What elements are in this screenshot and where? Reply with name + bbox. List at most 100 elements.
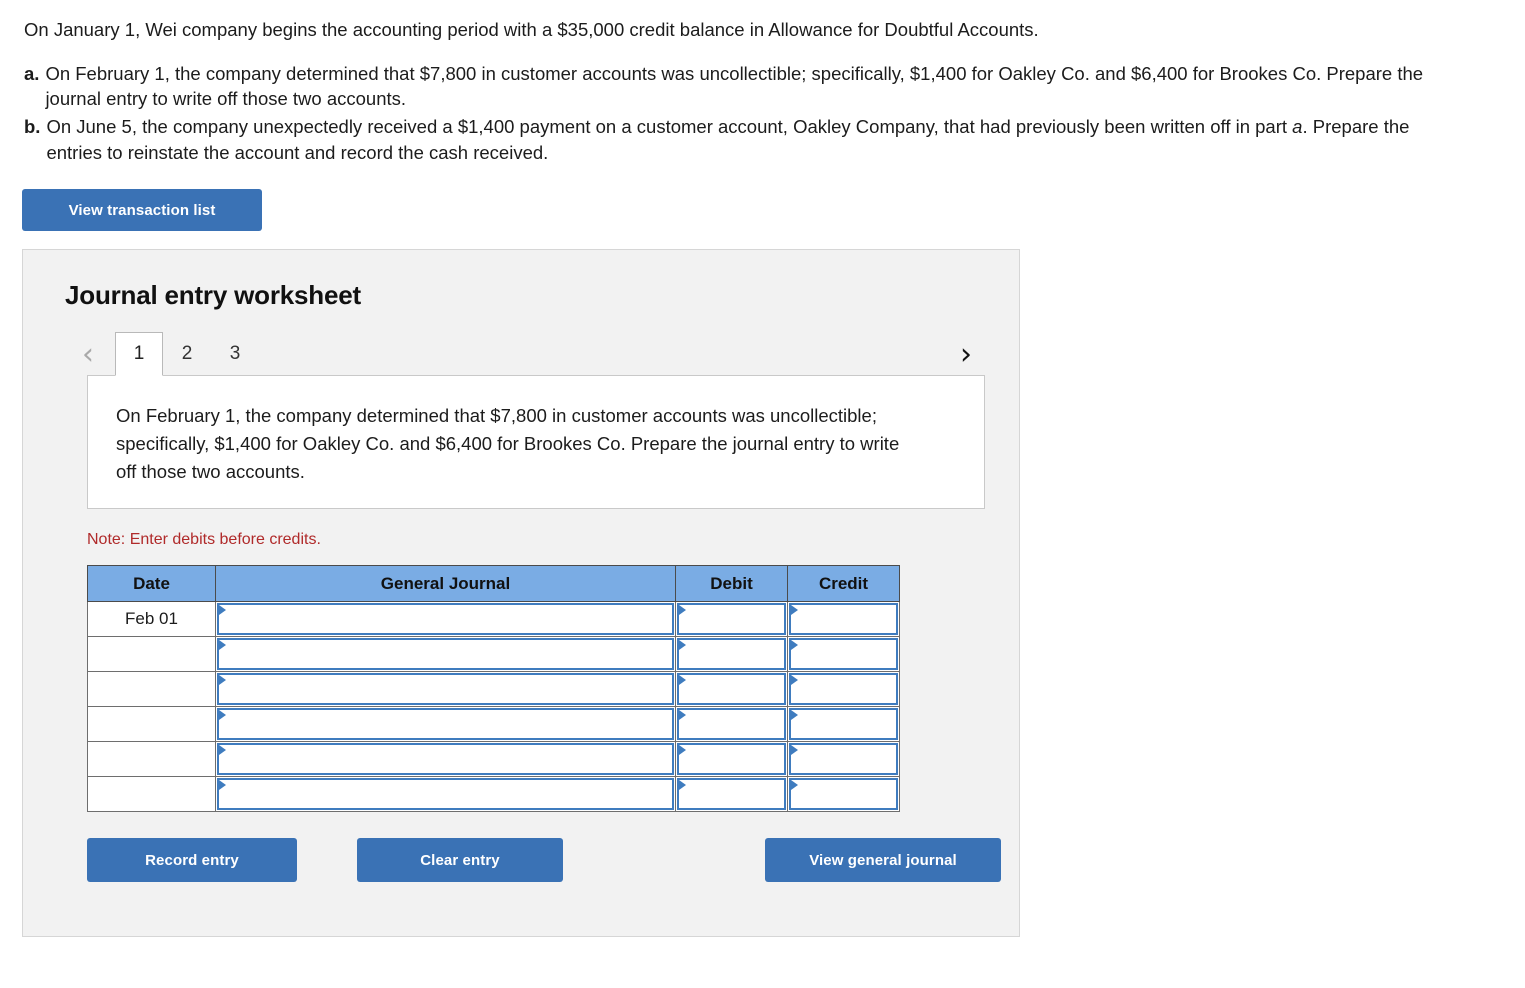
tab-1[interactable]: 1 bbox=[115, 332, 163, 377]
credit-input[interactable] bbox=[789, 673, 898, 706]
general-journal-cell bbox=[215, 706, 676, 743]
debit-input[interactable] bbox=[677, 638, 786, 671]
chevron-left-icon[interactable]: ‹ bbox=[73, 335, 103, 375]
credit-input[interactable] bbox=[789, 603, 898, 636]
scenario-description-text: On February 1, the company determined th… bbox=[116, 405, 900, 483]
table-row bbox=[87, 741, 900, 778]
debit-input[interactable] bbox=[677, 708, 786, 741]
requirement-a: a. On February 1, the company determined… bbox=[24, 61, 1501, 112]
column-header-credit: Credit bbox=[787, 565, 900, 603]
worksheet-tab-bar: ‹ 1 2 3 › bbox=[23, 325, 1019, 377]
credit-cell bbox=[787, 601, 900, 638]
credit-input[interactable] bbox=[789, 778, 898, 811]
credit-input[interactable] bbox=[789, 708, 898, 741]
general-journal-input[interactable] bbox=[217, 778, 674, 811]
table-header-row: Date General Journal Debit Credit bbox=[87, 565, 900, 603]
debit-cell bbox=[675, 776, 788, 813]
requirement-b-text-italic: a bbox=[1292, 116, 1303, 137]
table-row bbox=[87, 706, 900, 743]
date-cell[interactable] bbox=[87, 636, 216, 673]
debit-input-wrap bbox=[676, 742, 787, 776]
table-row bbox=[87, 636, 900, 673]
tab-3[interactable]: 3 bbox=[211, 331, 259, 375]
debit-input[interactable] bbox=[677, 673, 786, 706]
worksheet-action-bar: Record entry Clear entry View general jo… bbox=[87, 838, 1003, 883]
requirements-list: a. On February 1, the company determined… bbox=[24, 61, 1501, 165]
general-journal-input-wrap bbox=[216, 637, 675, 671]
tab-2[interactable]: 2 bbox=[163, 331, 211, 375]
column-header-debit: Debit bbox=[675, 565, 788, 603]
tab-strip: 1 2 3 bbox=[115, 331, 259, 377]
debit-cell bbox=[675, 601, 788, 638]
requirement-a-marker: a. bbox=[24, 62, 40, 84]
journal-entry-table: Date General Journal Debit Credit Feb 01 bbox=[87, 565, 900, 813]
column-header-date: Date bbox=[87, 565, 216, 603]
debit-input-wrap bbox=[676, 672, 787, 706]
debit-input[interactable] bbox=[677, 778, 786, 811]
general-journal-input[interactable] bbox=[217, 743, 674, 776]
date-cell[interactable] bbox=[87, 706, 216, 743]
general-journal-input-wrap bbox=[216, 707, 675, 741]
credit-input-wrap bbox=[788, 742, 899, 776]
debit-input[interactable] bbox=[677, 603, 786, 636]
general-journal-input-wrap bbox=[216, 742, 675, 776]
date-cell[interactable] bbox=[87, 776, 216, 813]
debit-cell bbox=[675, 706, 788, 743]
credit-input-wrap bbox=[788, 777, 899, 811]
requirement-b-marker: b. bbox=[24, 116, 41, 137]
requirement-b-text: On June 5, the company unexpectedly rece… bbox=[46, 114, 1446, 165]
debits-before-credits-note: Note: Enter debits before credits. bbox=[87, 531, 321, 549]
debit-input-wrap bbox=[676, 637, 787, 671]
debit-cell bbox=[675, 636, 788, 673]
requirement-a-text: On February 1, the company determined th… bbox=[45, 62, 1424, 110]
credit-cell bbox=[787, 636, 900, 673]
general-journal-input-wrap bbox=[216, 602, 675, 636]
debit-input-wrap bbox=[676, 777, 787, 811]
record-entry-button[interactable]: Record entry bbox=[87, 838, 297, 883]
debit-input[interactable] bbox=[677, 743, 786, 776]
view-general-journal-button[interactable]: View general journal bbox=[765, 838, 1001, 883]
problem-intro-text: On January 1, Wei company begins the acc… bbox=[24, 19, 1039, 40]
general-journal-input[interactable] bbox=[217, 603, 674, 636]
clear-entry-button[interactable]: Clear entry bbox=[357, 838, 563, 883]
credit-input-wrap bbox=[788, 602, 899, 636]
date-cell[interactable]: Feb 01 bbox=[87, 601, 216, 638]
general-journal-cell bbox=[215, 741, 676, 778]
worksheet-title: Journal entry worksheet bbox=[65, 280, 361, 311]
general-journal-input[interactable] bbox=[217, 708, 674, 741]
table-row bbox=[87, 671, 900, 708]
journal-entry-worksheet-panel: Journal entry worksheet ‹ 1 2 3 › On Feb… bbox=[22, 249, 1020, 938]
date-cell[interactable] bbox=[87, 671, 216, 708]
column-header-general-journal: General Journal bbox=[215, 565, 676, 603]
credit-input-wrap bbox=[788, 637, 899, 671]
debit-cell bbox=[675, 741, 788, 778]
general-journal-input-wrap bbox=[216, 777, 675, 811]
credit-cell bbox=[787, 671, 900, 708]
debit-input-wrap bbox=[676, 707, 787, 741]
credit-cell bbox=[787, 741, 900, 778]
general-journal-cell bbox=[215, 776, 676, 813]
view-transaction-list-button[interactable]: View transaction list bbox=[22, 189, 262, 232]
debit-cell bbox=[675, 671, 788, 708]
debit-input-wrap bbox=[676, 602, 787, 636]
general-journal-cell bbox=[215, 671, 676, 708]
table-row bbox=[87, 776, 900, 813]
credit-input-wrap bbox=[788, 707, 899, 741]
date-cell[interactable] bbox=[87, 741, 216, 778]
general-journal-input-wrap bbox=[216, 672, 675, 706]
general-journal-input[interactable] bbox=[217, 673, 674, 706]
problem-statement: On January 1, Wei company begins the acc… bbox=[0, 0, 1525, 165]
general-journal-cell bbox=[215, 601, 676, 638]
credit-input[interactable] bbox=[789, 638, 898, 671]
credit-input-wrap bbox=[788, 672, 899, 706]
requirement-b: b. On June 5, the company unexpectedly r… bbox=[24, 114, 1501, 165]
credit-cell bbox=[787, 776, 900, 813]
credit-cell bbox=[787, 706, 900, 743]
general-journal-cell bbox=[215, 636, 676, 673]
scenario-description-box: On February 1, the company determined th… bbox=[87, 375, 985, 510]
general-journal-input[interactable] bbox=[217, 638, 674, 671]
table-row: Feb 01 bbox=[87, 601, 900, 638]
credit-input[interactable] bbox=[789, 743, 898, 776]
chevron-right-icon[interactable]: › bbox=[951, 335, 981, 375]
requirement-b-text-before: On June 5, the company unexpectedly rece… bbox=[46, 116, 1293, 137]
